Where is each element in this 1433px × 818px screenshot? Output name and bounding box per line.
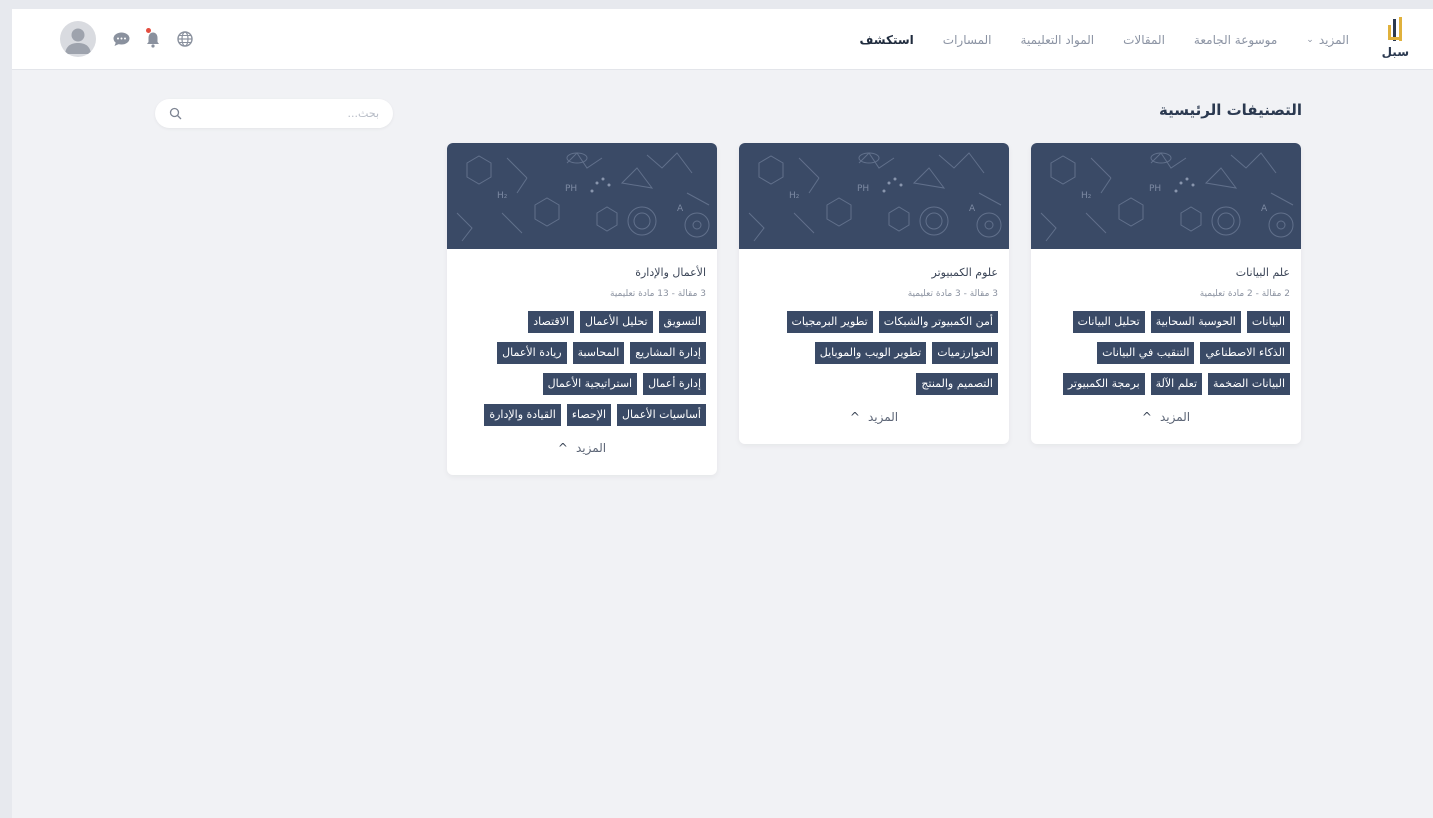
tag[interactable]: تطوير الويب والموبايل	[814, 342, 927, 364]
tag[interactable]: برمجة الكمبيوتر	[1062, 373, 1145, 395]
svg-text:PH: PH	[565, 184, 577, 194]
tag[interactable]: القيادة والإدارة	[484, 404, 561, 426]
tag[interactable]: الإحصاء	[566, 404, 612, 426]
nav-item-materials[interactable]: المواد التعليمية	[1021, 33, 1095, 47]
card-body: علم البيانات 2 مقالة - 2 مادة تعليمية ال…	[1031, 249, 1301, 444]
chat-icon	[113, 32, 129, 46]
logo[interactable]: سبل	[1379, 17, 1411, 65]
logo-icon	[1388, 17, 1402, 41]
bell-icon	[147, 32, 159, 48]
tag[interactable]: البيانات الضخمة	[1208, 373, 1290, 395]
tag-list: أمن الكمبيوتر والشبكات تطوير البرمجيات ا…	[750, 311, 998, 395]
chevron-down-icon: ⌄	[1306, 34, 1314, 45]
user-icon	[65, 28, 91, 54]
tag[interactable]: أمن الكمبيوتر والشبكات	[878, 311, 998, 333]
chevron-up-icon: ^	[849, 410, 860, 424]
card-body: الأعمال والإدارة 3 مقالة - 13 مادة تعليم…	[447, 249, 717, 475]
main-nav: استكشف المسارات المواد التعليمية المقالا…	[830, 9, 1350, 70]
card-banner-image: PH H₂ A	[1031, 143, 1301, 249]
svg-text:A: A	[1261, 204, 1268, 214]
language-button[interactable]	[174, 28, 196, 50]
page-title: التصنيفات الرئيسية	[1159, 101, 1302, 119]
category-card[interactable]: PH H₂ A علوم الكمبيوتر 3 مقالة - 3 مادة تع…	[739, 143, 1009, 444]
tag[interactable]: التصميم والمنتج	[916, 373, 998, 395]
card-banner-image: PH H₂ A	[739, 143, 1009, 249]
tag[interactable]: إدارة أعمال	[643, 373, 706, 395]
tag[interactable]: البيانات	[1246, 311, 1290, 333]
tag[interactable]: تعلم الآلة	[1150, 373, 1203, 395]
more-label: المزيد	[575, 441, 607, 455]
globe-icon	[177, 31, 193, 47]
more-label: المزيد	[867, 410, 899, 424]
user-avatar[interactable]	[60, 21, 96, 57]
card-title[interactable]: علم البيانات	[1042, 266, 1290, 279]
chat-button[interactable]	[110, 28, 132, 50]
notifications-button[interactable]	[142, 28, 164, 50]
tag[interactable]: الحوسبة السحابية	[1150, 311, 1241, 333]
header-actions	[60, 21, 196, 57]
tag[interactable]: تحليل البيانات	[1072, 311, 1145, 333]
tag[interactable]: المحاسبة	[572, 342, 625, 364]
category-card[interactable]: PH H₂ A علم البيانات 2 مقالة - 2 مادة تعلي…	[1031, 143, 1301, 444]
chevron-up-icon: ^	[557, 441, 568, 455]
card-body: علوم الكمبيوتر 3 مقالة - 3 مادة تعليمية …	[739, 249, 1009, 444]
search-input[interactable]	[193, 99, 393, 128]
tag[interactable]: التسويق	[658, 311, 706, 333]
tag-list: التسويق تحليل الأعمال الاقتصاد إدارة الم…	[458, 311, 706, 426]
notification-dot	[146, 28, 151, 33]
tag[interactable]: ريادة الأعمال	[497, 342, 567, 364]
search-icon[interactable]	[169, 107, 182, 120]
nav-item-paths[interactable]: المسارات	[943, 33, 992, 47]
tag[interactable]: الخوارزميات	[932, 342, 998, 364]
more-label: المزيد	[1159, 410, 1191, 424]
science-pattern-image: PH H₂ A	[456, 152, 710, 242]
nav-item-articles[interactable]: المقالات	[1123, 33, 1165, 47]
logo-text: سبل	[1381, 45, 1409, 59]
card-title[interactable]: علوم الكمبيوتر	[750, 266, 999, 279]
svg-text:A: A	[677, 204, 684, 214]
svg-text:PH: PH	[857, 184, 869, 194]
science-pattern-image: PH H₂ A	[1040, 152, 1294, 242]
svg-text:H₂: H₂	[497, 191, 508, 201]
chevron-up-icon: ^	[1141, 410, 1152, 424]
top-navbar: سبل استكشف المسارات المواد التعليمية الم…	[12, 9, 1433, 70]
svg-text:A: A	[969, 204, 976, 214]
nav-item-encyclopedia[interactable]: موسوعة الجامعة	[1194, 33, 1277, 47]
tag[interactable]: تحليل الأعمال	[579, 311, 653, 333]
card-meta: 3 مقالة - 3 مادة تعليمية	[907, 289, 998, 299]
tag[interactable]: تطوير البرمجيات	[786, 311, 873, 333]
svg-text:PH: PH	[1149, 184, 1161, 194]
nav-more-label: المزيد	[1318, 32, 1349, 47]
more-button[interactable]: المزيد ^	[458, 441, 706, 475]
card-meta: 2 مقالة - 2 مادة تعليمية	[1199, 289, 1290, 299]
tag[interactable]: إدارة المشاريع	[630, 342, 706, 364]
tag-list: البيانات الحوسبة السحابية تحليل البيانات…	[1042, 311, 1290, 395]
card-meta: 3 مقالة - 13 مادة تعليمية	[610, 289, 706, 299]
nav-item-explore[interactable]: استكشف	[860, 33, 914, 47]
tag[interactable]: استراتيجية الأعمال	[542, 373, 638, 395]
science-pattern-image: PH H₂ A	[748, 152, 1002, 242]
svg-text:H₂: H₂	[1081, 191, 1092, 201]
svg-text:H₂: H₂	[789, 191, 800, 201]
nav-item-more[interactable]: المزيد ⌄	[1306, 33, 1349, 47]
card-banner-image: PH H₂ A	[447, 143, 717, 249]
tag[interactable]: الاقتصاد	[528, 311, 574, 333]
tag[interactable]: الذكاء الاصطناعي	[1200, 342, 1290, 364]
app-window: سبل استكشف المسارات المواد التعليمية الم…	[12, 9, 1433, 818]
more-button[interactable]: المزيد ^	[750, 410, 998, 444]
more-button[interactable]: المزيد ^	[1042, 410, 1290, 444]
tag[interactable]: أساسيات الأعمال	[617, 404, 706, 426]
card-title[interactable]: الأعمال والإدارة	[458, 266, 706, 279]
tag[interactable]: التنقيب في البيانات	[1097, 342, 1195, 364]
category-card[interactable]: PH H₂ A الأعمال والإدارة 3 مقالة - 13 مادة…	[447, 143, 717, 475]
search-box	[155, 99, 393, 128]
